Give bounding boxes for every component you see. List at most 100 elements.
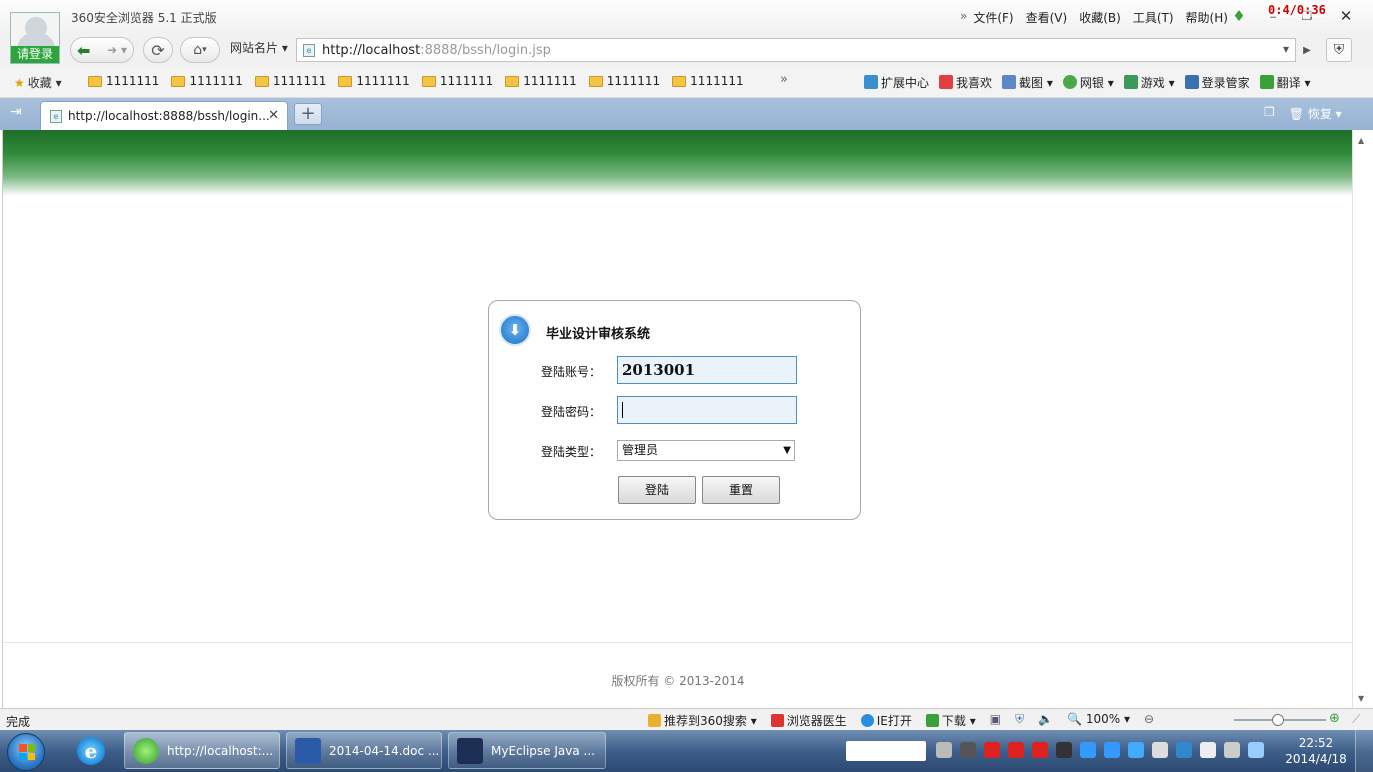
- system-title: 毕业设计审核系统: [546, 327, 651, 342]
- zoom-control[interactable]: 🔍 100% ▾: [1067, 712, 1130, 729]
- qq-icon[interactable]: [1008, 742, 1024, 758]
- menu-view[interactable]: 查看(V): [1026, 9, 1068, 26]
- bookmark-folder[interactable]: 1111111: [88, 74, 159, 88]
- login-prompt[interactable]: 请登录: [11, 46, 59, 63]
- menu-file[interactable]: 文件(F): [973, 9, 1013, 26]
- refresh-icon[interactable]: ⟳: [143, 37, 173, 63]
- back-arrow-icon[interactable]: ⬅: [77, 41, 90, 60]
- show-desktop-button[interactable]: [1355, 730, 1373, 772]
- taskbar-browser[interactable]: http://localhost:...: [124, 732, 280, 769]
- bookmark-folder[interactable]: 1111111: [588, 74, 660, 88]
- power-tray-icon[interactable]: [1224, 742, 1240, 758]
- tray-search-box[interactable]: [846, 741, 926, 761]
- guard-tray-icon[interactable]: [1176, 742, 1192, 758]
- folder-label: 1111111: [106, 74, 160, 88]
- zoom-out-icon[interactable]: ⊖: [1144, 712, 1154, 729]
- tray-app-icon[interactable]: [960, 742, 976, 758]
- site-card-dropdown[interactable]: 网站名片 ▾: [230, 39, 288, 56]
- system-clock[interactable]: 22:52 2014/4/18: [1284, 735, 1348, 767]
- taskbar-word[interactable]: 2014-04-14.doc ...: [286, 732, 442, 769]
- restore-closed-tabs[interactable]: 🗑 恢复 ▾: [1289, 105, 1342, 122]
- my-likes-label: 我喜欢: [956, 76, 993, 90]
- downloads[interactable]: 下载 ▾: [925, 712, 976, 729]
- open-in-ie[interactable]: IE打开: [860, 712, 912, 729]
- menu-favorites[interactable]: 收藏(B): [1079, 9, 1121, 26]
- window-icon[interactable]: ▣: [990, 712, 1001, 729]
- windows-logo-icon: [19, 744, 35, 760]
- address-text[interactable]: http://localhost:8888/bssh/login.jsp: [322, 43, 551, 58]
- zoom-in-icon[interactable]: ⊕: [1329, 711, 1340, 726]
- login-panel: 毕业设计审核系统 登陆账号： 2013001 登陆密码： 登陆类型： 管理员 ▼…: [488, 300, 861, 520]
- login-button[interactable]: 登陆: [618, 476, 696, 504]
- sidebar-toggle-icon[interactable]: ⇥: [10, 104, 22, 120]
- volume-tray-icon[interactable]: [1152, 742, 1168, 758]
- qq-icon[interactable]: [1032, 742, 1048, 758]
- search-tray-icon[interactable]: [1248, 742, 1264, 758]
- windows-taskbar: e http://localhost:... 2014-04-14.doc ..…: [0, 730, 1373, 772]
- recommend-360-search[interactable]: 推荐到360搜索 ▾: [648, 712, 757, 729]
- start-button[interactable]: [7, 733, 45, 771]
- folder-icon: [421, 75, 436, 87]
- scroll-down-icon[interactable]: ▼: [1358, 694, 1364, 703]
- home-icon[interactable]: ⌂ ▾: [180, 37, 220, 63]
- bookmark-folder[interactable]: 1111111: [171, 74, 243, 88]
- go-arrow-icon[interactable]: ▶: [1298, 40, 1316, 60]
- qq-icon[interactable]: [984, 742, 1000, 758]
- page-icon: e: [303, 44, 315, 57]
- forward-arrow-icon[interactable]: ➜ ▾: [107, 43, 127, 57]
- tray-browser-icon[interactable]: [1104, 742, 1120, 758]
- close-tab-icon[interactable]: ✕: [268, 108, 279, 123]
- menu-help[interactable]: 帮助(H): [1186, 9, 1228, 26]
- bookmark-folder[interactable]: 1111111: [672, 74, 744, 88]
- network-tray-icon[interactable]: [1200, 742, 1216, 758]
- favorites-menu[interactable]: ★ 收藏 ▾: [14, 74, 62, 91]
- bookmark-folder[interactable]: 1111111: [338, 74, 410, 88]
- extension-center[interactable]: 扩展中心: [864, 74, 929, 91]
- scissors-icon: [1002, 75, 1017, 89]
- keyboard-icon[interactable]: [936, 742, 952, 758]
- security-shield-icon[interactable]: ⛨: [1326, 38, 1352, 62]
- volume-icon[interactable]: 🔈: [1038, 712, 1053, 729]
- zoom-slider-handle[interactable]: [1272, 714, 1284, 726]
- menu-tools[interactable]: 工具(T): [1133, 9, 1174, 26]
- bookmark-folder[interactable]: 1111111: [505, 74, 577, 88]
- account-input[interactable]: 2013001: [617, 356, 797, 384]
- new-tab-icon[interactable]: +: [294, 103, 322, 125]
- taskbar-myeclipse[interactable]: MyEclipse Java ...: [448, 732, 606, 769]
- footer-divider: [3, 642, 1352, 643]
- ie-pinned[interactable]: e: [72, 733, 110, 769]
- login-type-select[interactable]: 管理员 ▼: [617, 440, 795, 461]
- bookmark-folder[interactable]: 1111111: [421, 74, 493, 88]
- reset-button[interactable]: 重置: [702, 476, 780, 504]
- my-likes[interactable]: 我喜欢: [939, 74, 992, 91]
- password-input[interactable]: [617, 396, 797, 424]
- scroll-up-icon[interactable]: ▲: [1358, 136, 1364, 145]
- bookmark-folder[interactable]: 1111111: [254, 74, 326, 88]
- back-forward-group: ⬅ ➜ ▾: [70, 37, 134, 63]
- address-bar[interactable]: e http://localhost:8888/bssh/login.jsp ▾: [296, 38, 1296, 62]
- games[interactable]: 游戏 ▾: [1123, 74, 1175, 91]
- shield-status-icon[interactable]: ⛨: [1015, 712, 1024, 729]
- copyright: 版权所有 © 2013-2014: [611, 674, 745, 688]
- vertical-scrollbar[interactable]: ▲ ▼: [1352, 130, 1373, 708]
- page-icon: e: [50, 110, 62, 123]
- downloads-label: 下载: [941, 714, 966, 728]
- screenshot-tool[interactable]: 截图 ▾: [1002, 74, 1053, 91]
- address-dropdown-icon[interactable]: ▾: [1283, 42, 1289, 56]
- tray-user-icon[interactable]: [1056, 742, 1072, 758]
- security-tray-icon[interactable]: [1128, 742, 1144, 758]
- resize-grip-icon[interactable]: ⟋: [1352, 712, 1360, 727]
- browser-doctor[interactable]: 浏览器医生: [770, 712, 847, 729]
- translate[interactable]: 翻译 ▾: [1259, 74, 1310, 91]
- user-avatar[interactable]: 请登录: [10, 12, 60, 64]
- skin-icon[interactable]: ♦: [1228, 5, 1250, 27]
- bookmarks-more-icon[interactable]: »: [780, 72, 788, 87]
- login-type-label: 登陆类型：: [541, 445, 602, 459]
- tab-login-page[interactable]: e http://localhost:8888/bssh/login... ✕: [40, 101, 288, 130]
- close-window-icon[interactable]: ✕: [1335, 5, 1357, 27]
- tray-browser-icon[interactable]: [1080, 742, 1096, 758]
- tab-list-icon[interactable]: ❐: [1264, 105, 1275, 122]
- login-manager[interactable]: 登录管家: [1184, 74, 1250, 91]
- online-banking[interactable]: 网银 ▾: [1062, 74, 1114, 91]
- menu-chevron-icon[interactable]: »: [960, 9, 967, 26]
